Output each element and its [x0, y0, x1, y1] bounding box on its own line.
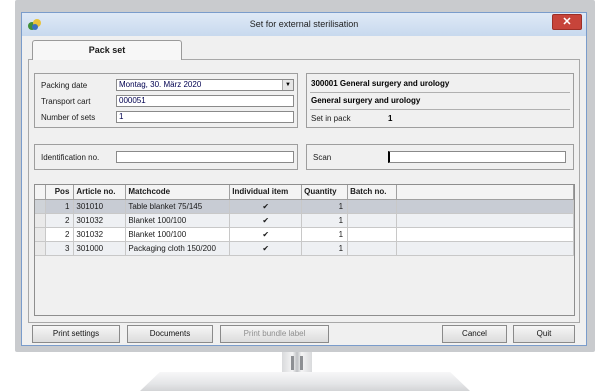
- quantity-cell: 1: [301, 227, 349, 242]
- article-cell: 301000: [73, 241, 127, 256]
- column-header[interactable]: Article no.: [73, 185, 127, 200]
- article-cell: 301010: [73, 199, 127, 214]
- documents-button[interactable]: Documents: [127, 325, 213, 343]
- pack-details-group: Packing date Montag, 30. März 2020 ▼ Tra…: [34, 73, 298, 128]
- individual-cell: ✔: [229, 199, 303, 214]
- batch-cell[interactable]: [347, 213, 397, 228]
- filler-cell: [396, 213, 574, 228]
- chevron-down-icon[interactable]: ▼: [282, 80, 293, 90]
- scan-label: Scan: [313, 153, 332, 162]
- checkmark-icon[interactable]: ✔: [261, 230, 270, 239]
- pos-cell: 1: [45, 199, 75, 214]
- print-settings-button[interactable]: Print settings: [32, 325, 120, 343]
- pos-cell: 3: [45, 241, 75, 256]
- monitor-stand-neck: [282, 352, 312, 374]
- transport-cart-label: Transport cart: [41, 97, 91, 106]
- close-button[interactable]: ✕: [552, 14, 582, 30]
- items-table: Pos Article no. Matchcode Individual ite…: [35, 185, 574, 256]
- filler-cell: [396, 241, 574, 256]
- matchcode-cell: Table blanket 75/145: [125, 199, 231, 214]
- packing-date-value: Montag, 30. März 2020: [119, 80, 202, 89]
- transport-cart-field[interactable]: 000051: [116, 95, 294, 107]
- packing-date-label: Packing date: [41, 81, 88, 90]
- filler-cell: [396, 227, 574, 242]
- quit-button[interactable]: Quit: [513, 325, 575, 343]
- matchcode-cell: Packaging cloth 150/200: [125, 241, 231, 256]
- set-in-pack-label: Set in pack: [311, 114, 351, 123]
- row-indicator: [35, 241, 47, 256]
- column-header[interactable]: Individual item: [229, 185, 303, 200]
- filler-cell: [396, 199, 574, 214]
- divider: [310, 109, 570, 110]
- tab-panel: Packing date Montag, 30. März 2020 ▼ Tra…: [28, 59, 580, 323]
- identification-field[interactable]: [116, 151, 294, 163]
- table-row[interactable]: 2 301032 Blanket 100/100 ✔ 1: [35, 227, 574, 242]
- cancel-button[interactable]: Cancel: [442, 325, 507, 343]
- matchcode-cell: Blanket 100/100: [125, 227, 231, 242]
- set-name: General surgery and urology: [311, 96, 421, 105]
- filler-header: [396, 185, 574, 200]
- table-row[interactable]: 1 301010 Table blanket 75/145 ✔ 1: [35, 199, 574, 214]
- column-header[interactable]: Batch no.: [347, 185, 397, 200]
- column-header[interactable]: Quantity: [301, 185, 349, 200]
- number-of-sets-label: Number of sets: [41, 113, 96, 122]
- batch-cell[interactable]: [347, 199, 397, 214]
- items-grid[interactable]: Pos Article no. Matchcode Individual ite…: [34, 184, 575, 316]
- article-cell: 301032: [73, 213, 127, 228]
- pos-cell: 2: [45, 213, 75, 228]
- packing-date-dropdown[interactable]: Montag, 30. März 2020 ▼: [116, 79, 294, 91]
- sterilisation-window: Set for external sterilisation ✕ Pack se…: [21, 12, 587, 346]
- row-indicator: [35, 213, 47, 228]
- checkmark-icon[interactable]: ✔: [261, 216, 270, 225]
- identification-label: Identification no.: [41, 153, 100, 162]
- pos-cell: 2: [45, 227, 75, 242]
- quantity-cell: 1: [301, 241, 349, 256]
- row-indicator: [35, 227, 47, 242]
- window-title: Set for external sterilisation: [249, 19, 359, 29]
- table-header-row: Pos Article no. Matchcode Individual ite…: [35, 185, 574, 200]
- number-of-sets-field[interactable]: 1: [116, 111, 294, 123]
- divider: [310, 92, 570, 93]
- individual-cell: ✔: [229, 213, 303, 228]
- quantity-cell: 1: [301, 199, 349, 214]
- batch-cell[interactable]: [347, 227, 397, 242]
- set-in-pack-value: 1: [388, 114, 393, 123]
- row-indicator-header: [35, 185, 47, 200]
- identification-group: Identification no.: [34, 144, 298, 170]
- tab-pack-set[interactable]: Pack set: [32, 40, 182, 60]
- individual-cell: ✔: [229, 241, 303, 256]
- batch-cell[interactable]: [347, 241, 397, 256]
- set-code-title: 300001 General surgery and urology: [311, 79, 450, 88]
- matchcode-cell: Blanket 100/100: [125, 213, 231, 228]
- quantity-cell: 1: [301, 213, 349, 228]
- set-info-group: 300001 General surgery and urology Gener…: [306, 73, 574, 128]
- article-cell: 301032: [73, 227, 127, 242]
- column-header[interactable]: Pos: [45, 185, 75, 200]
- client-area: Pack set Packing date Montag, 30. März 2…: [28, 40, 580, 343]
- print-bundle-label-button[interactable]: Print bundle label: [220, 325, 329, 343]
- checkmark-icon[interactable]: ✔: [261, 202, 270, 211]
- row-indicator: [35, 199, 47, 214]
- scan-field[interactable]: [388, 151, 566, 163]
- title-bar: Set for external sterilisation ✕: [22, 13, 586, 36]
- table-row[interactable]: 3 301000 Packaging cloth 150/200 ✔ 1: [35, 241, 574, 256]
- table-row[interactable]: 2 301032 Blanket 100/100 ✔ 1: [35, 213, 574, 228]
- column-header[interactable]: Matchcode: [125, 185, 231, 200]
- scan-group: Scan: [306, 144, 574, 170]
- checkmark-icon[interactable]: ✔: [261, 244, 270, 253]
- monitor-stand-base: [140, 372, 470, 391]
- individual-cell: ✔: [229, 227, 303, 242]
